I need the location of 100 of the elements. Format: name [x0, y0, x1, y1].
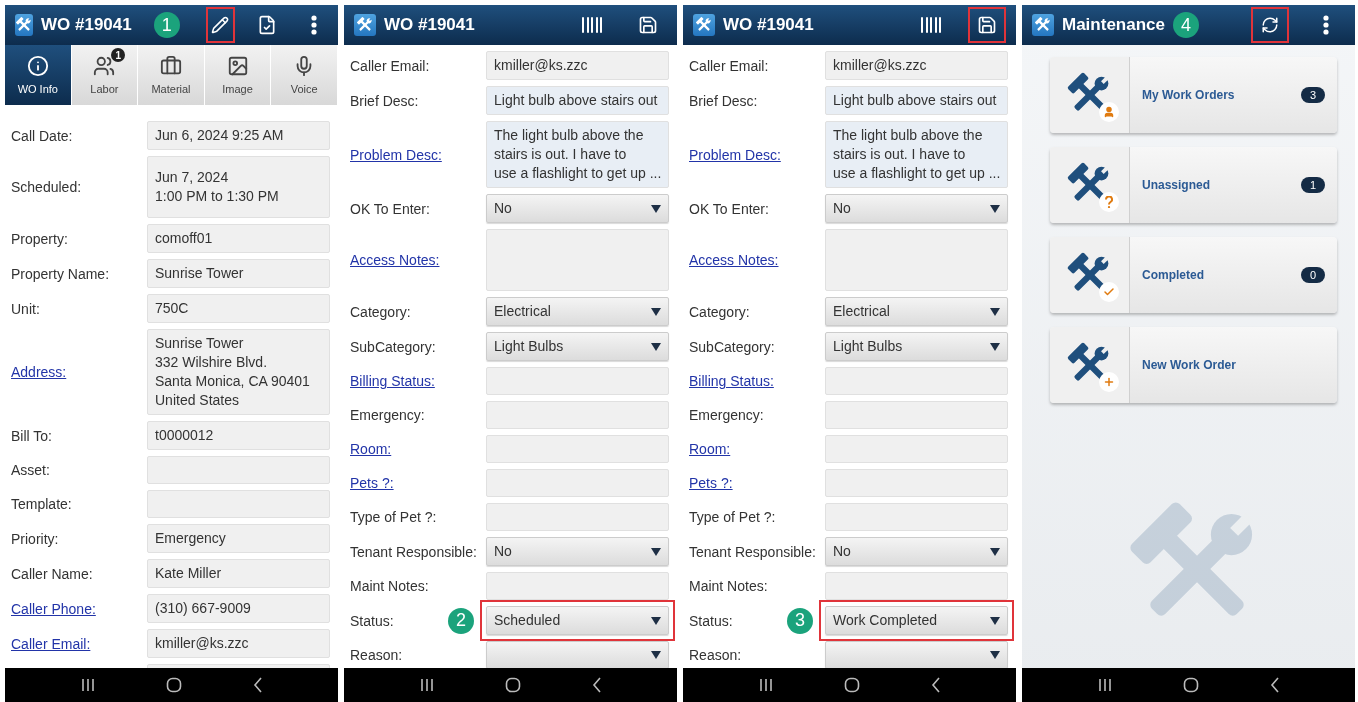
recent-apps-icon[interactable] — [419, 678, 434, 692]
edit-button[interactable] — [205, 7, 236, 43]
home-icon[interactable] — [843, 677, 860, 693]
field-link[interactable]: Problem Desc: — [350, 146, 442, 163]
input-field[interactable] — [486, 503, 669, 531]
screen-title: WO #19041 — [384, 15, 475, 35]
field-link[interactable]: Access Notes: — [350, 252, 440, 268]
image-icon — [226, 55, 249, 77]
tab[interactable]: Image — [204, 45, 272, 105]
input-field[interactable] — [486, 229, 669, 291]
dropdown[interactable]: Electrical — [486, 297, 669, 326]
dropdown[interactable]: No — [825, 537, 1008, 566]
tab[interactable]: 1 Labor — [71, 45, 139, 105]
field-link[interactable]: Caller Phone: — [11, 600, 96, 617]
input-field[interactable] — [147, 490, 330, 518]
input-field[interactable]: The light bulb above the stairs is out. I have to use a flashlight to get up ... — [825, 121, 1009, 188]
dropdown[interactable]: Electrical — [825, 297, 1008, 326]
input-field[interactable]: The light bulb above the stairs is out. I have to use a flashlight to get up ... — [486, 121, 670, 188]
input-field[interactable] — [825, 469, 1008, 497]
input-field[interactable]: kmiller@ks.zzc — [147, 629, 330, 658]
menu-card[interactable]: Unassigned 1 — [1050, 147, 1337, 223]
dropdown[interactable]: No — [825, 194, 1008, 223]
field-link[interactable]: Billing Status: — [350, 373, 435, 389]
recent-apps-icon[interactable] — [1097, 678, 1112, 692]
input-field[interactable]: kmiller@ks.zzc — [486, 51, 669, 80]
input-field[interactable]: (310) 667-9009 — [147, 594, 330, 623]
menu-card[interactable]: New Work Order — [1050, 327, 1337, 403]
recent-apps-icon[interactable] — [80, 678, 95, 692]
field-label: Unit: — [11, 300, 40, 317]
dropdown-arrow-icon — [990, 651, 1000, 659]
home-icon[interactable] — [165, 677, 182, 693]
field-link[interactable]: Caller Email: — [11, 635, 91, 652]
field-label: Type of Pet ?: — [689, 509, 776, 525]
input-field[interactable]: Kate Miller — [147, 559, 330, 588]
input-field[interactable]: t0000012 — [147, 421, 330, 450]
field-link[interactable]: Access Notes: — [689, 252, 779, 268]
dropdown[interactable]: Work Completed — [825, 606, 1008, 635]
step-badge: 1 — [153, 12, 180, 38]
input-field[interactable]: kmiller@ks.zzc — [825, 51, 1008, 80]
input-field[interactable] — [486, 367, 669, 395]
more-icon — [310, 15, 317, 35]
input-field[interactable]: Emergency — [147, 524, 330, 553]
refresh-button[interactable] — [1251, 7, 1289, 43]
field-link[interactable]: Room: — [350, 441, 392, 457]
dropdown[interactable]: Light Bulbs — [486, 332, 669, 361]
home-icon[interactable] — [1182, 677, 1199, 693]
input-field[interactable] — [486, 469, 669, 497]
dropdown[interactable]: No — [486, 194, 669, 223]
input-field[interactable] — [825, 401, 1008, 429]
input-field[interactable]: 750C — [147, 294, 330, 323]
input-field[interactable]: Jun 6, 2024 9:25 AM — [147, 121, 330, 150]
field-link[interactable]: Problem Desc: — [689, 146, 781, 163]
input-field[interactable] — [486, 401, 669, 429]
tab[interactable]: WO Info — [5, 45, 72, 105]
input-field[interactable]: comoff01 — [147, 224, 330, 253]
back-icon[interactable] — [252, 677, 263, 693]
dropdown-arrow-icon — [990, 307, 1000, 316]
home-icon[interactable] — [504, 677, 521, 693]
input-field[interactable] — [825, 435, 1008, 463]
input-field[interactable] — [825, 229, 1008, 291]
input-field[interactable]: Sunrise Tower 332 Wilshire Blvd. Santa Monica, CA 90401 United States — [147, 329, 330, 415]
screen-title: Maintenance — [1062, 15, 1165, 35]
recent-apps-icon[interactable] — [758, 678, 773, 692]
menu-card[interactable]: My Work Orders 3 — [1050, 57, 1337, 133]
dropdown-arrow-icon — [651, 204, 661, 213]
back-icon[interactable] — [591, 677, 602, 693]
refresh-icon — [1261, 16, 1279, 34]
input-field[interactable] — [825, 572, 1008, 600]
field-link[interactable]: Room: — [689, 441, 731, 457]
field-link[interactable]: Billing Status: — [689, 373, 774, 389]
dropdown-arrow-icon — [990, 342, 1000, 351]
save-button[interactable] — [968, 7, 1006, 43]
input-field[interactable] — [486, 572, 669, 600]
count-badge: 0 — [1300, 267, 1325, 283]
field-link[interactable]: Pets ?: — [350, 475, 394, 491]
menu-card[interactable]: Completed 0 — [1050, 237, 1337, 313]
tab[interactable]: Material — [138, 45, 205, 105]
dropdown-arrow-icon — [651, 307, 661, 316]
check-icon — [1102, 286, 1115, 298]
input-field[interactable] — [486, 435, 669, 463]
input-field[interactable]: Light bulb above stairs out — [825, 86, 1008, 115]
dropdown[interactable]: Scheduled — [486, 606, 669, 635]
back-icon[interactable] — [930, 677, 941, 693]
field-link[interactable]: Pets ?: — [689, 475, 733, 491]
field-label: Emergency: — [350, 407, 425, 423]
tab-label: Material — [151, 83, 191, 95]
field-label: Priority: — [11, 530, 59, 547]
input-field[interactable] — [147, 456, 330, 484]
input-field[interactable]: Jun 7, 2024 1:00 PM to 1:30 PM — [147, 156, 330, 218]
field-label: OK To Enter: — [350, 200, 430, 217]
dropdown[interactable]: No — [486, 537, 669, 566]
input-field[interactable] — [825, 503, 1008, 531]
dropdown[interactable]: Light Bulbs — [825, 332, 1008, 361]
field-link[interactable]: Address: — [11, 364, 67, 380]
input-field[interactable] — [825, 367, 1008, 395]
input-field[interactable]: Light bulb above stairs out — [486, 86, 669, 115]
tab[interactable]: Voice — [271, 45, 338, 105]
dropdown-arrow-icon — [651, 342, 661, 351]
input-field[interactable]: Sunrise Tower — [147, 259, 330, 288]
back-icon[interactable] — [1269, 677, 1280, 693]
